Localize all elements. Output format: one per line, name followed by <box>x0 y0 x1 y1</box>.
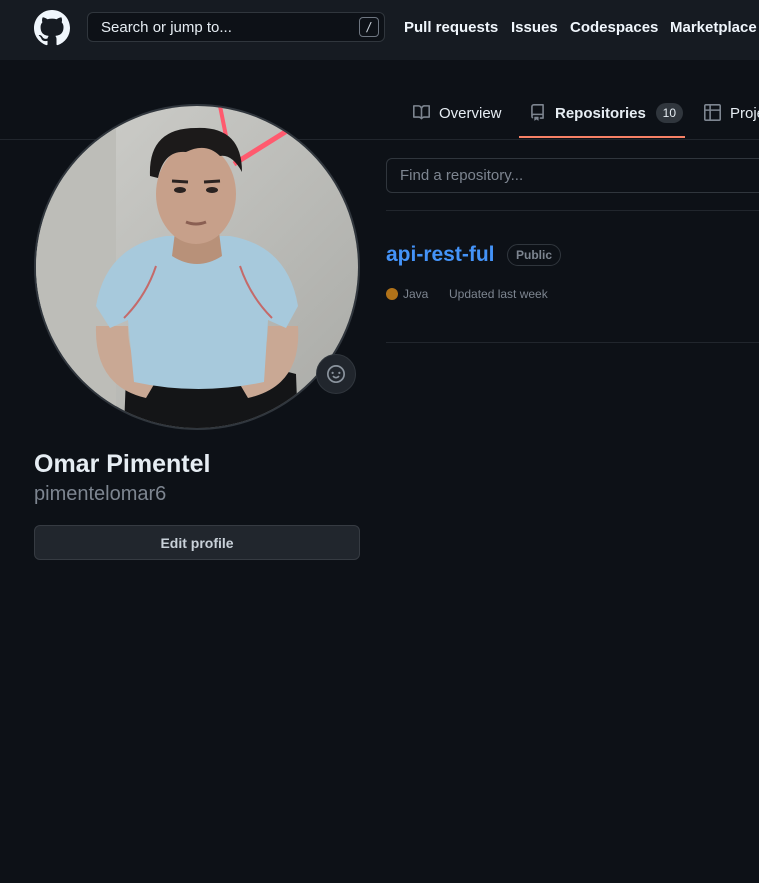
set-status-button[interactable] <box>316 354 356 394</box>
profile-username: pimentelomar6 <box>34 483 167 505</box>
search-input[interactable]: Search or jump to... <box>101 19 359 36</box>
find-repository-input[interactable] <box>386 158 759 193</box>
repo-updated-time: Updated last week <box>449 287 548 301</box>
tab-overview-label: Overview <box>439 105 502 122</box>
edit-profile-button[interactable]: Edit profile <box>34 525 360 560</box>
repo-list-bottom-divider <box>386 342 759 343</box>
tab-overview[interactable]: Overview <box>413 98 502 139</box>
repo-language-label: Java <box>403 287 429 301</box>
repo-list-top-divider <box>386 210 759 211</box>
tab-projects[interactable]: Proje <box>704 98 759 139</box>
global-header: Search or jump to... / Pull requests Iss… <box>0 0 759 60</box>
active-tab-underline <box>519 136 685 138</box>
search-box[interactable]: Search or jump to... / <box>87 12 385 42</box>
table-icon <box>704 104 721 121</box>
nav-marketplace[interactable]: Marketplace <box>670 19 757 36</box>
repo-visibility-badge: Public <box>507 244 562 266</box>
profile-full-name: Omar Pimentel <box>34 450 211 478</box>
avatar-photo <box>36 106 358 428</box>
repo-icon <box>531 104 544 121</box>
tab-projects-label: Proje <box>730 105 759 122</box>
repo-name-link[interactable]: api-rest-ful <box>386 243 495 267</box>
tab-repositories-label: Repositories <box>555 105 646 122</box>
language-color-dot <box>386 288 398 300</box>
profile-avatar[interactable] <box>34 104 360 430</box>
nav-codespaces[interactable]: Codespaces <box>570 19 658 36</box>
nav-pull-requests[interactable]: Pull requests <box>404 19 498 36</box>
nav-issues[interactable]: Issues <box>511 19 558 36</box>
smiley-icon <box>327 365 345 383</box>
repositories-count-badge: 10 <box>655 103 683 123</box>
repo-language: Java <box>386 287 428 301</box>
book-icon <box>413 105 430 120</box>
tab-repositories[interactable]: Repositories 10 <box>529 98 683 139</box>
github-logo-icon[interactable] <box>34 10 70 46</box>
search-shortcut-key: / <box>359 17 379 37</box>
